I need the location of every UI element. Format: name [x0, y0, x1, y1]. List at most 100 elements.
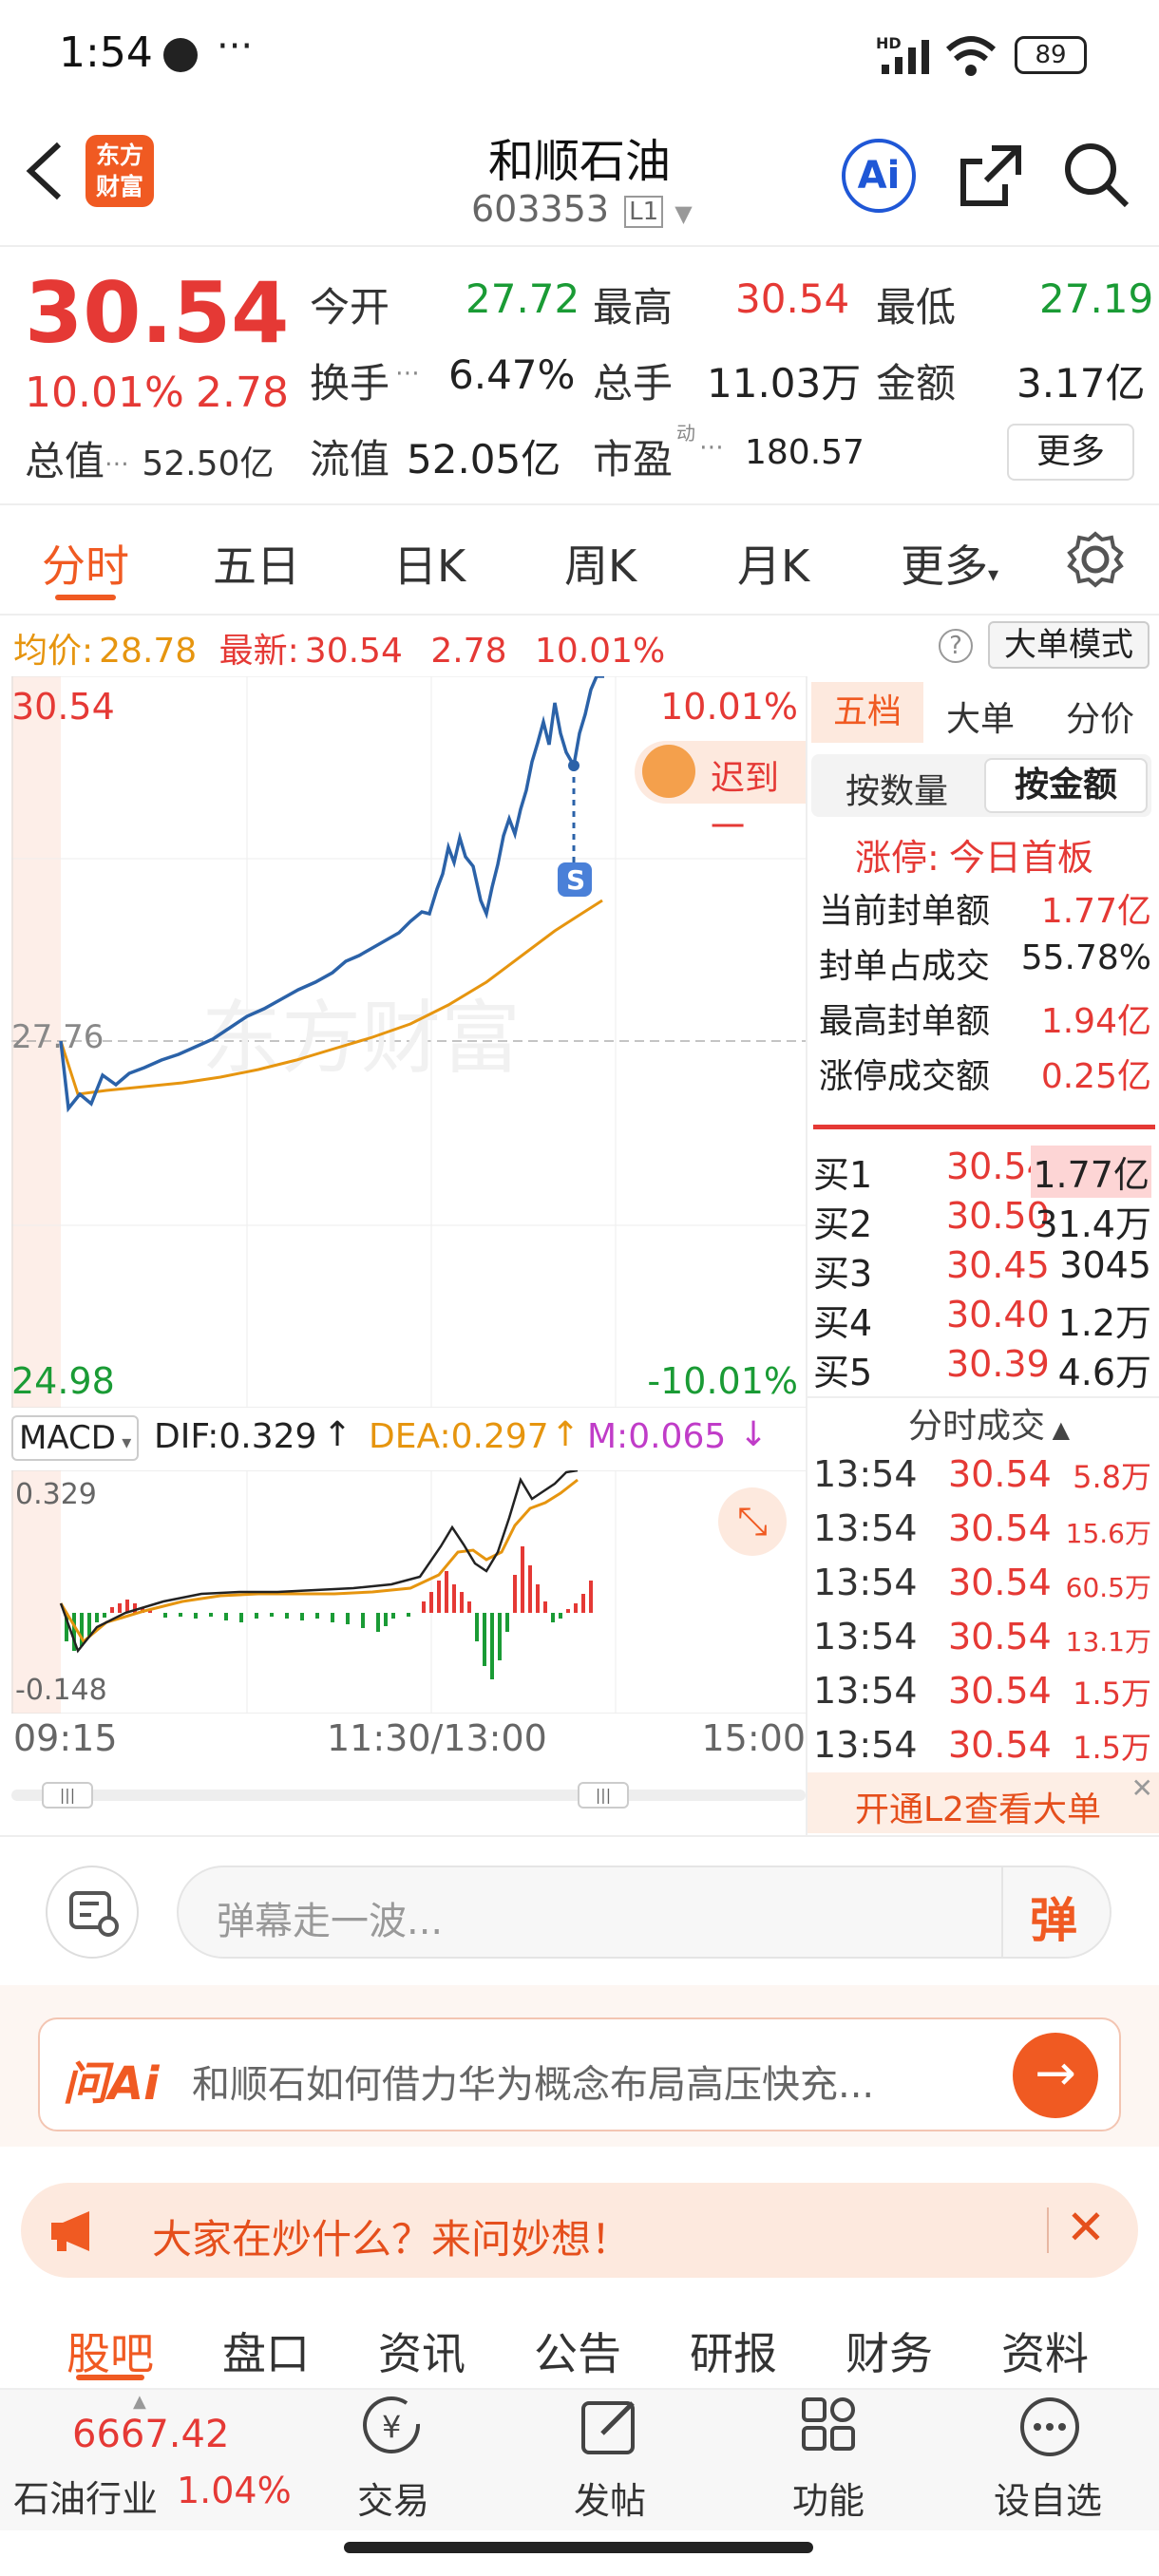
- active-tab-indicator: [55, 595, 116, 600]
- ask-ai-question: 和顺石如何借力华为概念布局高压快充...: [192, 2063, 875, 2107]
- tab-research[interactable]: 研报: [690, 2320, 777, 2382]
- chart-mid-price: 27.76: [11, 1018, 104, 1056]
- index-value: 6667.42: [72, 2413, 230, 2456]
- trades-title[interactable]: 分时成交 ▲: [908, 1398, 1070, 1448]
- macd-bar: [437, 1581, 441, 1613]
- bid-row[interactable]: 买4 30.40 1.2万: [813, 1294, 1151, 1344]
- macd-bar: [209, 1613, 213, 1617]
- tab-more[interactable]: 更多▾: [901, 532, 998, 595]
- chart-bottom-price: 24.98: [11, 1360, 115, 1402]
- tab-profile[interactable]: 资料: [1001, 2320, 1089, 2382]
- macd-bar: [566, 1609, 570, 1613]
- side-tab-five-level[interactable]: 五档: [811, 682, 923, 743]
- tab-news[interactable]: 资讯: [378, 2320, 466, 2382]
- intraday-chart[interactable]: 东方财富 S 30.54 10.01% 27.76 24.98 -10.01% …: [11, 676, 806, 1408]
- more-button[interactable]: 更多: [1007, 424, 1134, 481]
- chevron-down-icon: ▼: [674, 200, 693, 227]
- nav-functions[interactable]: 功能: [771, 2390, 885, 2532]
- late-promo-badge[interactable]: 迟到一: [635, 741, 806, 847]
- bid-row[interactable]: 买3 30.45 3045: [813, 1244, 1151, 1295]
- nav-add-watchlist[interactable]: 设自选: [984, 2390, 1117, 2532]
- danmu-settings-icon[interactable]: [46, 1866, 139, 1959]
- help-icon[interactable]: ?: [939, 629, 973, 663]
- amount-toggle: 按数量 按金额: [811, 754, 1151, 817]
- tab-five-day[interactable]: 五日: [213, 532, 300, 595]
- macd-bar: [543, 1601, 547, 1613]
- macd-bar: [407, 1613, 410, 1617]
- bid-row[interactable]: 买2 30.50 31.4万: [813, 1195, 1151, 1245]
- megaphone-icon: [51, 2211, 89, 2251]
- macd-chart[interactable]: 0.329 -0.148 ⤡: [11, 1470, 806, 1714]
- edit-icon: [581, 2401, 635, 2454]
- close-icon[interactable]: ✕: [1066, 2200, 1106, 2255]
- tab-monthly-k[interactable]: 月K: [737, 532, 809, 595]
- ask-ai-logo: 问Ai: [63, 2057, 160, 2111]
- trade-icon: ¥: [363, 2396, 421, 2453]
- hot-topic-banner[interactable]: 大家在炒什么？来问妙想！ ✕: [21, 2183, 1138, 2278]
- macd-bar: [422, 1601, 426, 1613]
- bid-row[interactable]: 买1 30.54 1.77亿: [813, 1146, 1151, 1198]
- volume-value: 11.03万: [707, 360, 862, 407]
- macd-selector[interactable]: MACD ▾: [11, 1415, 140, 1461]
- limit-divider: [813, 1125, 1155, 1129]
- danmu-send-icon[interactable]: 弹: [1030, 1883, 1077, 1951]
- tab-stock-forum[interactable]: 股吧: [66, 2320, 154, 2382]
- expand-icon[interactable]: ⤡: [718, 1487, 787, 1556]
- level-badge: L1: [624, 195, 664, 228]
- close-icon[interactable]: ✕: [1131, 1772, 1153, 1804]
- low-value: 27.19: [1039, 275, 1154, 322]
- macd-bar: [163, 1613, 167, 1618]
- tab-daily-k[interactable]: 日K: [393, 532, 466, 595]
- info-icon[interactable]: ⋯: [699, 433, 724, 462]
- trade-row: 13:54 30.54 1.5万: [813, 1724, 1151, 1766]
- time-range-slider[interactable]: ||| |||: [11, 1782, 806, 1809]
- status-time: 1:54: [59, 28, 153, 77]
- macd-bar: [551, 1613, 555, 1622]
- toggle-by-amount[interactable]: 按金额: [984, 758, 1148, 813]
- slider-handle-left[interactable]: |||: [42, 1782, 93, 1809]
- turnover-value: 6.47%: [448, 351, 576, 398]
- open-value: 27.72: [466, 275, 580, 322]
- danmu-input[interactable]: 弹幕走一波... 弹: [177, 1866, 1112, 1959]
- turnover-label: 换手: [310, 360, 390, 407]
- stock-code: 603353: [471, 188, 610, 230]
- tab-weekly-k[interactable]: 周K: [564, 532, 636, 595]
- nav-trade[interactable]: ¥ 交易: [336, 2390, 450, 2532]
- tab-financials[interactable]: 财务: [846, 2320, 933, 2382]
- macd-bar: [559, 1613, 562, 1619]
- search-icon[interactable]: [1062, 141, 1130, 209]
- settings-icon[interactable]: [1066, 530, 1125, 589]
- change-pct: 10.01%: [25, 369, 184, 417]
- side-tab-big-order[interactable]: 大单: [946, 691, 1015, 741]
- ai-button[interactable]: Ai: [842, 139, 916, 213]
- sort-up-icon: ▲: [1045, 1416, 1071, 1443]
- big-order-mode-button[interactable]: 大单模式: [988, 621, 1150, 669]
- slider-handle-right[interactable]: |||: [578, 1782, 629, 1809]
- info-icon[interactable]: ⋯: [395, 359, 420, 388]
- side-tab-price-dist[interactable]: 分价: [1066, 691, 1134, 741]
- ask-ai-card[interactable]: 问Ai 和顺石如何借力华为概念布局高压快充... →: [38, 2017, 1121, 2131]
- high-label: 最高: [593, 284, 674, 331]
- tab-order-book[interactable]: 盘口: [222, 2320, 310, 2382]
- time-axis: 09:15 11:30/13:00 15:00: [13, 1717, 806, 1759]
- industry-index[interactable]: ▲ 6667.42 石油行业 1.04%: [0, 2390, 314, 2532]
- index-pct: 1.04%: [177, 2470, 292, 2511]
- ask-ai-section: 问Ai 和顺石如何借力华为概念布局高压快充... →: [0, 1985, 1159, 2147]
- current-price: 30.54: [25, 264, 290, 362]
- bid-row[interactable]: 买5 30.39 4.6万: [813, 1343, 1151, 1393]
- tab-announcements[interactable]: 公告: [534, 2320, 621, 2382]
- l2-promo-bar[interactable]: 开通L2查看大单 ✕: [808, 1772, 1159, 1833]
- chart-top-price: 30.54: [11, 686, 115, 728]
- toggle-by-quantity[interactable]: 按数量: [846, 764, 948, 813]
- tab-intraday[interactable]: 分时: [42, 532, 129, 595]
- share-icon[interactable]: [958, 141, 1024, 209]
- nav-post[interactable]: 发帖: [553, 2390, 667, 2532]
- macd-bar: [460, 1592, 464, 1613]
- svg-text:S: S: [566, 864, 585, 896]
- stock-code-row[interactable]: 603353 L1 ▼: [471, 188, 693, 230]
- trade-row: 13:54 30.54 13.1万: [813, 1616, 1151, 1657]
- macd-bar: [445, 1571, 448, 1613]
- change-amount: 2.78: [196, 369, 289, 417]
- arrow-right-icon[interactable]: →: [1013, 2033, 1098, 2118]
- pe-dynamic-sup: 动: [676, 422, 695, 445]
